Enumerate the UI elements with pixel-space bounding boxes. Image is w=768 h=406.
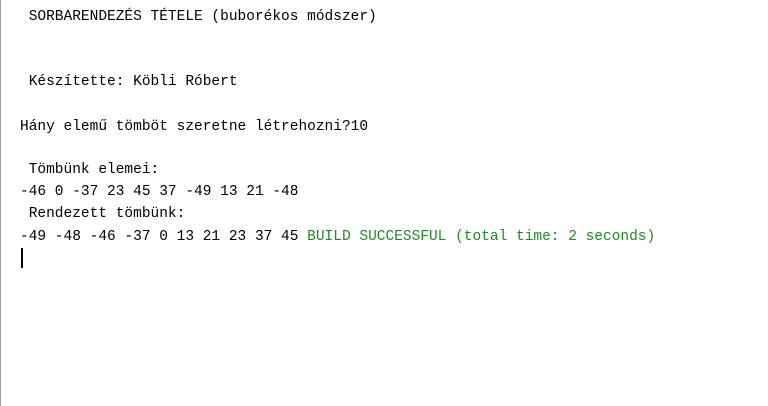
author-line: Készítette: Köbli Róbert bbox=[20, 74, 238, 90]
build-status-message: BUILD SUCCESSFUL (total time: 2 seconds) bbox=[307, 229, 656, 245]
program-title-line: SORBARENDEZÉS TÉTELE (buborékos módszer) bbox=[20, 9, 377, 25]
input-prompt-line: Hány elemű tömböt szeretne létrehozni?10 bbox=[20, 119, 369, 135]
output-console[interactable]: SORBARENDEZÉS TÉTELE (buborékos módszer)… bbox=[0, 0, 768, 406]
sorted-array-line: -49 -48 -46 -37 0 13 21 23 37 45 BUILD S… bbox=[20, 229, 655, 246]
sorted-array-heading: Rendezett tömbünk: bbox=[20, 206, 186, 222]
text-cursor bbox=[21, 248, 23, 268]
sorted-array-values: -49 -48 -46 -37 0 13 21 23 37 45 bbox=[20, 229, 308, 245]
array-elements-heading: Tömbünk elemei: bbox=[20, 162, 160, 178]
array-elements-values: -46 0 -37 23 45 37 -49 13 21 -48 bbox=[20, 184, 299, 200]
